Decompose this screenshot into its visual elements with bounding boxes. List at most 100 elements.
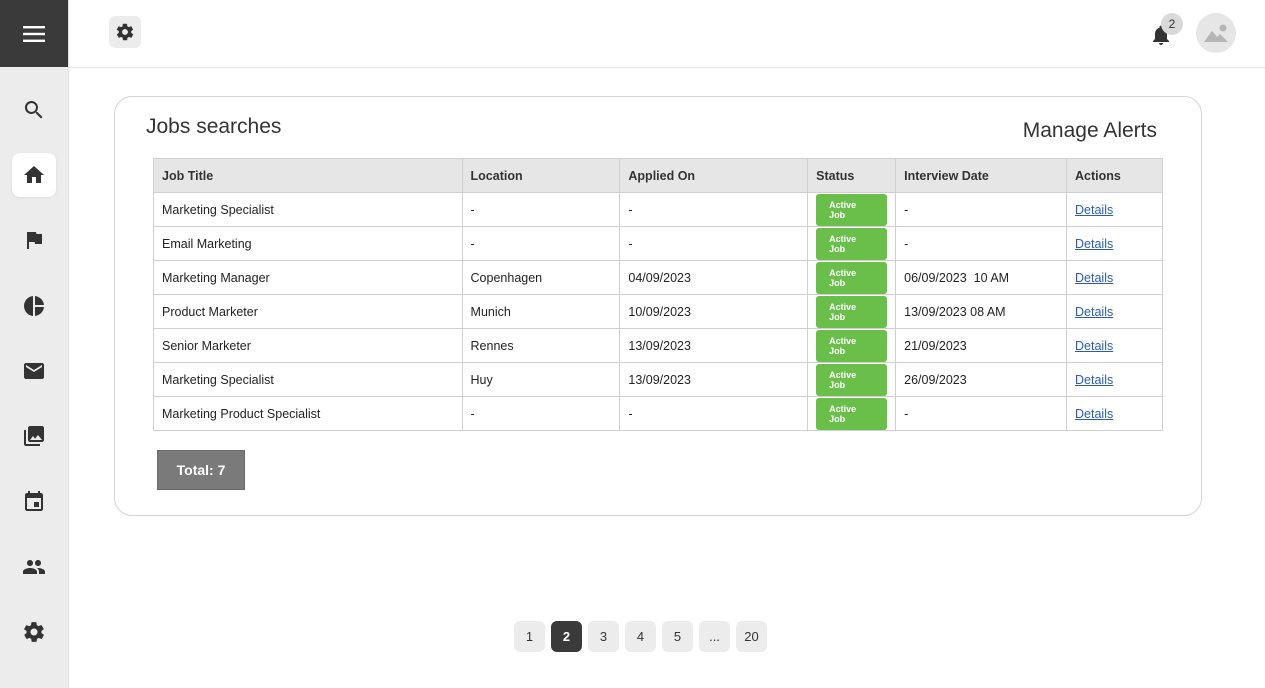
- details-link[interactable]: Details: [1075, 305, 1113, 319]
- details-link[interactable]: Details: [1075, 339, 1113, 353]
- table-row: Senior Marketer Rennes 13/09/2023 Active…: [153, 328, 1163, 363]
- status-cell: Active Job: [807, 362, 897, 397]
- location-cell: Rennes: [461, 328, 621, 363]
- job-title-cell: Marketing Product Specialist: [153, 396, 463, 431]
- actions-cell: Details: [1066, 362, 1163, 397]
- photos-icon: [24, 426, 44, 446]
- page-button-4[interactable]: 4: [625, 621, 656, 652]
- actions-cell: Details: [1066, 328, 1163, 363]
- sidebar-item-calendar[interactable]: [12, 480, 56, 524]
- pagination: 1 2 3 4 5 ... 20: [514, 621, 767, 652]
- job-title-cell: Marketing Specialist: [153, 192, 463, 227]
- column-header-location[interactable]: Location: [461, 158, 621, 193]
- notification-count-badge: 2: [1161, 13, 1183, 35]
- details-link[interactable]: Details: [1075, 203, 1113, 217]
- table-header-row: Job Title Location Applied On Status Int…: [153, 158, 1163, 193]
- status-badge: Active Job: [816, 295, 888, 328]
- home-icon: [24, 166, 44, 183]
- status-cell: Active Job: [807, 396, 897, 431]
- avatar-placeholder-icon: [1204, 24, 1228, 42]
- job-title-cell: Marketing Manager: [153, 260, 463, 295]
- applied-on-cell: 13/09/2023: [619, 362, 809, 397]
- interview-date-cell: 06/09/2023 10 AM: [895, 260, 1068, 295]
- actions-cell: Details: [1066, 192, 1163, 227]
- mail-icon: [24, 363, 44, 379]
- location-cell: Huy: [461, 362, 621, 397]
- page-button-3[interactable]: 3: [588, 621, 619, 652]
- sidebar-item-photos[interactable]: [12, 414, 56, 458]
- sidebar-item-flag[interactable]: [12, 218, 56, 262]
- job-title-cell: Product Marketer: [153, 294, 463, 329]
- sidebar-item-analytics[interactable]: [12, 284, 56, 328]
- people-icon: [23, 560, 45, 574]
- menu-button[interactable]: [0, 0, 68, 67]
- jobs-card: Jobs searches Manage Alerts Job Title Lo…: [114, 96, 1202, 516]
- status-badge: Active Job: [816, 329, 888, 362]
- location-cell: -: [461, 396, 621, 431]
- status-badge: Active Job: [816, 193, 888, 226]
- page-button-20[interactable]: 20: [736, 621, 767, 652]
- sidebar-item-search[interactable]: [12, 88, 56, 132]
- details-link[interactable]: Details: [1075, 271, 1113, 285]
- interview-date-cell: 13/09/2023 08 AM: [895, 294, 1068, 329]
- details-link[interactable]: Details: [1075, 407, 1113, 421]
- status-cell: Active Job: [807, 260, 897, 295]
- manage-alerts-link[interactable]: Manage Alerts: [1023, 119, 1157, 143]
- sidebar-item-settings[interactable]: [12, 610, 56, 654]
- job-title-cell: Marketing Specialist: [153, 362, 463, 397]
- column-header-interview-date[interactable]: Interview Date: [895, 158, 1068, 193]
- applied-on-cell: -: [619, 192, 809, 227]
- column-header-job-title[interactable]: Job Title: [153, 158, 463, 193]
- user-avatar[interactable]: [1196, 13, 1236, 53]
- location-cell: -: [461, 192, 621, 227]
- actions-cell: Details: [1066, 226, 1163, 261]
- location-cell: Munich: [461, 294, 621, 329]
- actions-cell: Details: [1066, 294, 1163, 329]
- page-button-5[interactable]: 5: [662, 621, 693, 652]
- sidebar-item-people[interactable]: [12, 545, 56, 589]
- table-row: Email Marketing - - Active Job - Details: [153, 226, 1163, 261]
- sidebar-item-mail[interactable]: [12, 349, 56, 393]
- status-badge: Active Job: [816, 227, 888, 260]
- details-link[interactable]: Details: [1075, 373, 1113, 387]
- interview-date-cell: -: [895, 396, 1068, 431]
- page-button-1[interactable]: 1: [514, 621, 545, 652]
- sidebar-item-home[interactable]: [12, 153, 56, 197]
- applied-on-cell: 04/09/2023: [619, 260, 809, 295]
- jobs-table: Job Title Location Applied On Status Int…: [153, 158, 1163, 431]
- table-row: Marketing Specialist Huy 13/09/2023 Acti…: [153, 362, 1163, 397]
- details-link[interactable]: Details: [1075, 237, 1113, 251]
- table-row: Marketing Manager Copenhagen 04/09/2023 …: [153, 260, 1163, 295]
- interview-date-cell: -: [895, 226, 1068, 261]
- calendar-icon: [25, 491, 43, 511]
- status-badge: Active Job: [816, 397, 888, 430]
- applied-on-cell: -: [619, 226, 809, 261]
- settings-icon: [24, 622, 44, 642]
- table-row: Product Marketer Munich 10/09/2023 Activ…: [153, 294, 1163, 329]
- status-cell: Active Job: [807, 226, 897, 261]
- page-ellipsis[interactable]: ...: [699, 621, 730, 652]
- status-badge: Active Job: [816, 363, 888, 396]
- top-bar: 2: [69, 0, 1265, 68]
- search-icon: [24, 101, 43, 119]
- status-cell: Active Job: [807, 294, 897, 329]
- table-row: Marketing Specialist - - Active Job - De…: [153, 192, 1163, 227]
- status-badge: Active Job: [816, 261, 888, 294]
- status-cell: Active Job: [807, 328, 897, 363]
- column-header-status[interactable]: Status: [807, 158, 897, 193]
- page-button-2-current[interactable]: 2: [551, 621, 582, 652]
- table-row: Marketing Product Specialist - - Active …: [153, 396, 1163, 431]
- top-settings-button[interactable]: [109, 16, 141, 48]
- job-title-cell: Email Marketing: [153, 226, 463, 261]
- job-title-cell: Senior Marketer: [153, 328, 463, 363]
- flag-icon: [27, 232, 42, 249]
- pie-chart-icon: [24, 296, 44, 316]
- hamburger-menu-icon: [23, 25, 45, 42]
- total-count-button[interactable]: Total: 7: [157, 450, 245, 490]
- column-header-applied-on[interactable]: Applied On: [619, 158, 809, 193]
- sidebar: [0, 0, 69, 688]
- interview-date-cell: -: [895, 192, 1068, 227]
- applied-on-cell: 13/09/2023: [619, 328, 809, 363]
- applied-on-cell: 10/09/2023: [619, 294, 809, 329]
- status-cell: Active Job: [807, 192, 897, 227]
